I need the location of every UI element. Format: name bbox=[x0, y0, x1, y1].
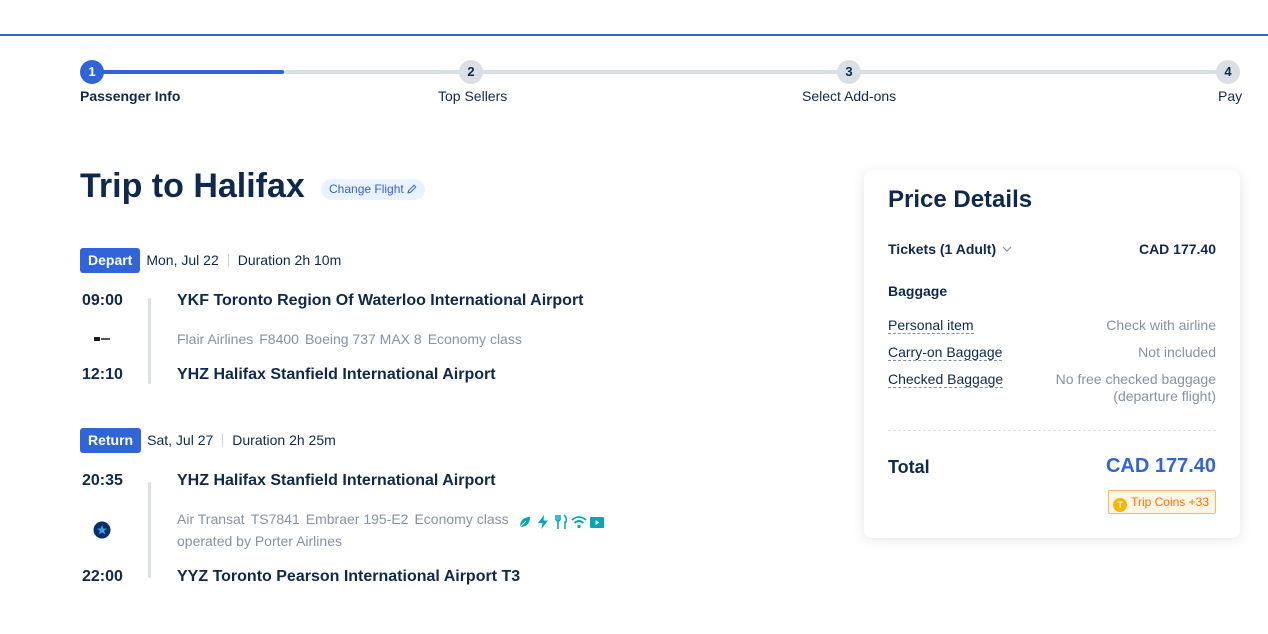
segment-duration: Duration 2h 10m bbox=[237, 252, 342, 268]
segment-duration: Duration 2h 25m bbox=[232, 432, 336, 448]
carry-on-row: Carry-on Baggage Not included bbox=[888, 344, 1216, 362]
airline-name: Flair Airlines bbox=[177, 331, 254, 347]
power-icon bbox=[537, 515, 548, 530]
chevron-down-icon bbox=[1002, 246, 1012, 252]
baggage-heading: Baggage bbox=[888, 283, 948, 299]
progress-fill bbox=[91, 70, 284, 74]
airline-name: Air Transat bbox=[177, 511, 245, 527]
departure-airport: YHZ Halifax Stanfield International Airp… bbox=[177, 472, 496, 489]
flight-details: Flair Airlines F8400 Boeing 737 MAX 8 Econo… bbox=[177, 331, 528, 347]
step-label: Passenger Info bbox=[80, 88, 181, 104]
air-transat-logo bbox=[93, 521, 111, 539]
total-label: Total bbox=[888, 457, 930, 477]
segment-header: Return Sat, Jul 27 Duration 2h 25m bbox=[80, 428, 336, 453]
step-number: 3 bbox=[837, 60, 861, 84]
wifi-icon bbox=[571, 516, 587, 529]
change-flight-label: Change Flight bbox=[329, 182, 404, 196]
divider bbox=[222, 434, 224, 447]
personal-item-row: Personal item Check with airline bbox=[888, 317, 1216, 335]
header-divider bbox=[0, 34, 1268, 36]
step-label: Top Sellers bbox=[438, 88, 508, 104]
arrival-time: 22:00 bbox=[82, 568, 123, 585]
departure-time: 09:00 bbox=[82, 292, 123, 309]
arrival-airport: YYZ Toronto Pearson International Airpor… bbox=[177, 568, 521, 585]
carry-on-label[interactable]: Carry-on Baggage bbox=[888, 344, 1003, 361]
meal-icon bbox=[554, 514, 567, 530]
aircraft-type: Boeing 737 MAX 8 bbox=[304, 331, 422, 347]
flight-number: F8400 bbox=[259, 331, 299, 347]
aircraft-type: Embraer 195-E2 bbox=[305, 511, 409, 527]
trip-coins-label: Trip Coins +33 bbox=[1131, 495, 1209, 509]
leaf-icon bbox=[519, 517, 530, 528]
tickets-row[interactable]: Tickets (1 Adult) CAD 177.40 bbox=[888, 241, 1216, 259]
booking-progress-stepper: 1 Passenger Info 2 Top Sellers 3 Select … bbox=[80, 60, 1243, 110]
price-divider bbox=[888, 430, 1216, 431]
departure-airport: YKF Toronto Region Of Waterloo Internati… bbox=[177, 292, 584, 309]
step-label: Select Add-ons bbox=[802, 88, 897, 104]
coin-icon: T bbox=[1113, 498, 1128, 512]
timeline-line bbox=[148, 298, 151, 384]
segment-date: Mon, Jul 22 bbox=[146, 252, 219, 268]
depart-badge: Depart bbox=[80, 248, 141, 273]
price-details-card: Price Details Tickets (1 Adult) CAD 177.… bbox=[864, 170, 1240, 538]
total-price: CAD 177.40 bbox=[1105, 455, 1216, 477]
personal-item-value: Check with airline bbox=[1106, 317, 1216, 333]
departure-time: 20:35 bbox=[82, 472, 123, 489]
page-title: Trip to Halifax bbox=[80, 167, 305, 205]
step-label: Pay bbox=[1218, 88, 1243, 104]
edit-icon bbox=[407, 184, 417, 194]
checked-baggage-value-line: (departure flight) bbox=[1113, 388, 1216, 404]
step-number: 1 bbox=[80, 60, 104, 84]
checked-baggage-row: Checked Baggage No free checked baggage … bbox=[888, 371, 1216, 409]
segment-header: Depart Mon, Jul 22 Duration 2h 10m bbox=[80, 248, 341, 273]
arrival-airport: YHZ Halifax Stanfield International Airp… bbox=[177, 366, 496, 383]
depart-segment: Depart Mon, Jul 22 Duration 2h 10m 09:00 Y… bbox=[80, 248, 800, 398]
price-details-title: Price Details bbox=[888, 186, 1033, 213]
flair-airlines-logo bbox=[94, 337, 110, 341]
change-flight-button[interactable]: Change Flight bbox=[321, 179, 425, 200]
checked-baggage-value-line: No free checked baggage bbox=[1055, 371, 1216, 387]
checked-baggage-label[interactable]: Checked Baggage bbox=[888, 371, 1004, 388]
return-segment: Return Sat, Jul 27 Duration 2h 25m 20:35 Y… bbox=[80, 428, 800, 598]
cabin-class: Economy class bbox=[414, 511, 509, 527]
carry-on-value: Not included bbox=[1138, 344, 1216, 360]
step-number: 4 bbox=[1216, 60, 1240, 84]
trip-coins-badge: T Trip Coins +33 bbox=[1108, 490, 1216, 514]
divider bbox=[227, 254, 229, 267]
amenity-icons bbox=[517, 513, 607, 530]
cabin-class: Economy class bbox=[427, 331, 522, 347]
segment-date: Sat, Jul 27 bbox=[147, 432, 214, 448]
timeline-line bbox=[148, 482, 151, 578]
step-number: 2 bbox=[459, 60, 483, 84]
personal-item-label[interactable]: Personal item bbox=[888, 317, 974, 334]
flight-number: TS7841 bbox=[250, 511, 300, 527]
operated-by: operated by Porter Airlines bbox=[177, 533, 342, 549]
flight-details: Air Transat TS7841 Embraer 195-E2 Economy c… bbox=[177, 511, 613, 530]
checked-baggage-value: No free checked baggage (departure fligh… bbox=[1056, 371, 1216, 404]
arrival-time: 12:10 bbox=[82, 366, 123, 383]
tickets-price: CAD 177.40 bbox=[1138, 241, 1216, 257]
return-badge: Return bbox=[80, 428, 142, 453]
tickets-label[interactable]: Tickets (1 Adult) bbox=[888, 241, 1012, 257]
entertainment-icon bbox=[589, 517, 604, 529]
